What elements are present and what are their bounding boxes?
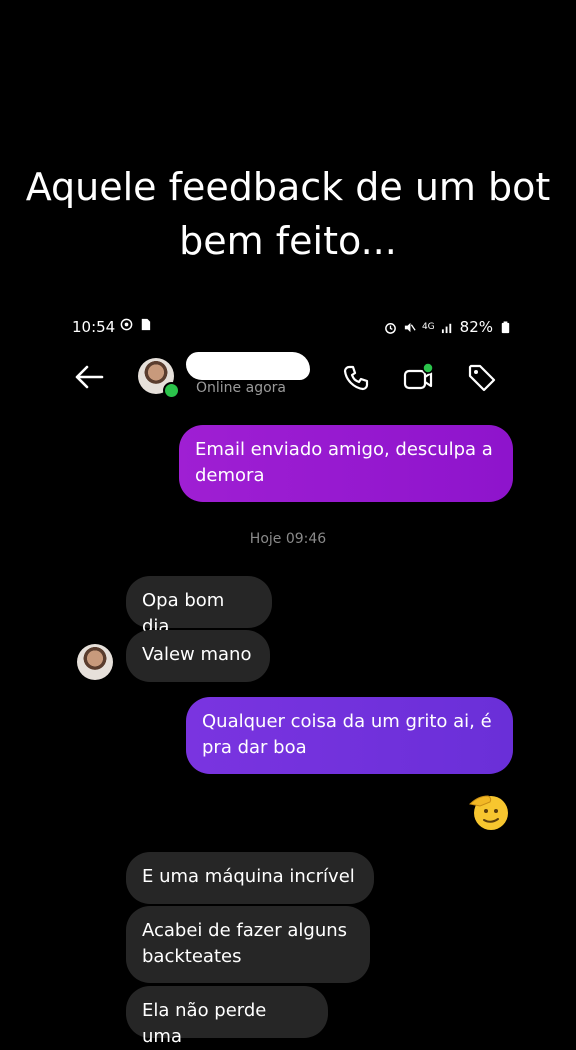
back-arrow-icon[interactable]: [72, 362, 106, 392]
incoming-message[interactable]: E uma máquina incrível: [126, 852, 374, 904]
signal-icon: [441, 323, 451, 333]
sender-avatar[interactable]: [77, 644, 113, 680]
network-type: 4G: [421, 321, 435, 332]
phone-icon[interactable]: [340, 362, 372, 394]
battery-percent: 82%: [459, 318, 493, 336]
outgoing-message[interactable]: Email enviado amigo, desculpa a demora: [179, 425, 513, 502]
sync-icon: [120, 318, 133, 331]
tag-icon[interactable]: [466, 362, 498, 394]
caption-line-2: bem feito...: [179, 219, 397, 263]
caption-line-1: Aquele feedback de um bot: [25, 165, 551, 209]
sd-card-icon: [141, 318, 151, 331]
online-status-dot: [163, 382, 180, 399]
status-right-icons: 4G 82%: [384, 318, 512, 336]
presence-status: Online agora: [196, 380, 286, 396]
status-left-icons: [120, 318, 152, 331]
mute-icon: [404, 322, 416, 332]
alarm-icon: [385, 322, 396, 334]
incoming-message[interactable]: Acabei de fazer alguns backteates: [126, 906, 370, 983]
incoming-message[interactable]: Valew mano: [126, 630, 270, 682]
redacted-contact-name[interactable]: [186, 352, 310, 380]
battery-icon: [501, 320, 510, 333]
chat-header: Online agora: [0, 352, 576, 404]
outgoing-message[interactable]: Qualquer coisa da um grito ai, é pra dar…: [186, 697, 513, 774]
message-timestamp: Hoje 09:46: [249, 531, 327, 547]
saluting-face-emoji[interactable]: [466, 790, 512, 832]
story-caption: Aquele feedback de um bot bem feito...: [0, 160, 576, 268]
video-call-icon[interactable]: [402, 362, 434, 394]
incoming-message[interactable]: Ela não perde uma: [126, 986, 328, 1047]
status-time: 10:54: [72, 318, 116, 336]
incoming-message[interactable]: Opa bom dia: [126, 576, 272, 637]
status-bar: 10:54 4G 82%: [72, 316, 512, 340]
